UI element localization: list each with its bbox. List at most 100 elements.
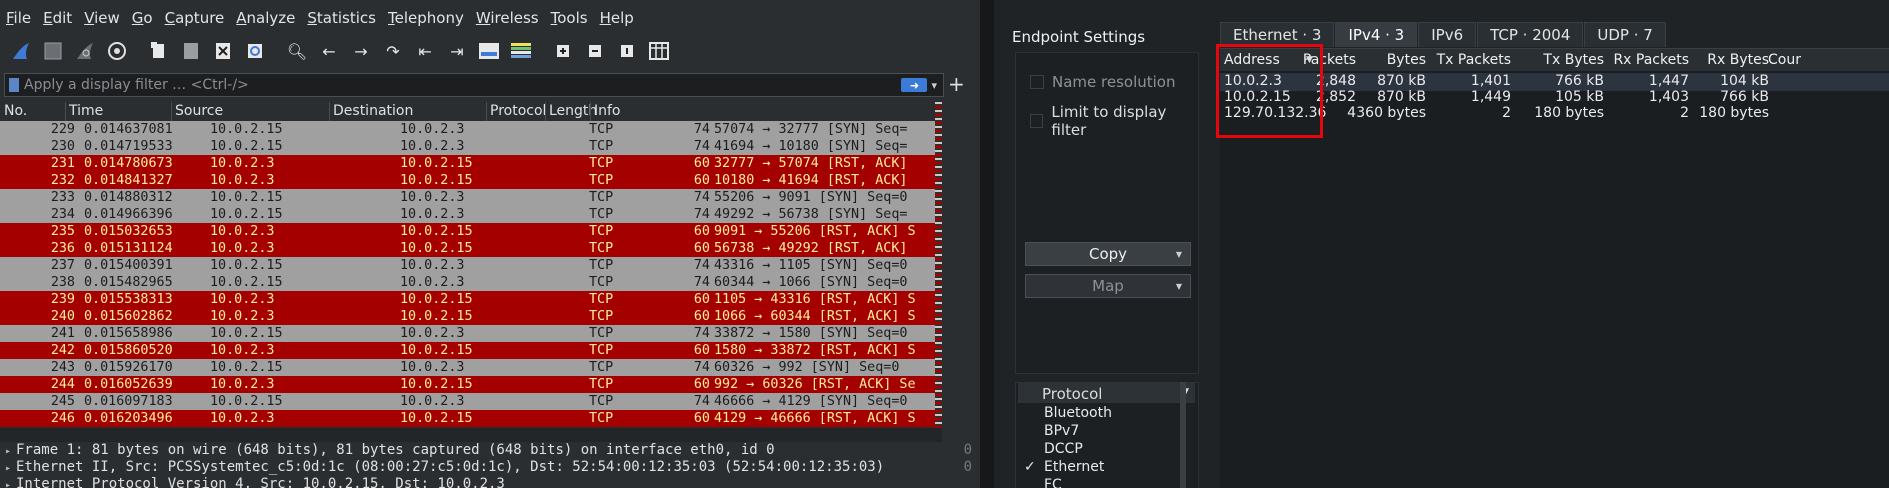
menu-view[interactable]: View [78, 9, 126, 27]
packet-row[interactable]: 245 0.016097183 10.0.2.15 10.0.2.3 TCP 74 4666… [0, 393, 935, 410]
save-file-icon[interactable] [176, 38, 206, 64]
stop-icon[interactable] [38, 38, 68, 64]
column-header-rx-bytes[interactable]: Rx Bytes [1707, 52, 1769, 68]
open-file-icon[interactable] [144, 38, 174, 64]
add-filter-button[interactable]: + [948, 72, 965, 96]
packet-row[interactable]: 232 0.014841327 10.0.2.3 10.0.2.15 TCP 60 1018… [0, 172, 935, 189]
column-divider[interactable] [65, 102, 66, 121]
packet-list-scrollbar[interactable] [935, 102, 942, 428]
display-filter-bar[interactable]: Apply a display filter … <Ctrl-/> ➜ ▾ [4, 73, 944, 97]
column-divider[interactable] [329, 102, 330, 121]
protocol-item-ethernet[interactable]: Ethernet [1044, 459, 1104, 475]
column-header-rx-packets[interactable]: Rx Packets [1613, 52, 1689, 68]
menu-capture[interactable]: Capture [159, 9, 231, 27]
protocol-list-header[interactable]: Protocol ▼ [1018, 383, 1195, 403]
options-icon[interactable] [102, 38, 132, 64]
menu-go[interactable]: Go [126, 9, 159, 27]
packet-row[interactable]: 240 0.015602862 10.0.2.3 10.0.2.15 TCP 60 1066… [0, 308, 935, 325]
shark-fin-icon[interactable] [6, 38, 36, 64]
name-resolution-checkbox[interactable]: Name resolution [1030, 73, 1176, 91]
protocol-item-dccp[interactable]: DCCP [1044, 441, 1083, 457]
packet-row[interactable]: 242 0.015860520 10.0.2.3 10.0.2.15 TCP 60 1580… [0, 342, 935, 359]
packet-row[interactable]: 238 0.015482965 10.0.2.15 10.0.2.3 TCP 74 6034… [0, 274, 935, 291]
packet-row[interactable]: 233 0.014880312 10.0.2.15 10.0.2.3 TCP 74 5520… [0, 189, 935, 206]
limit-display-filter-checkbox[interactable]: Limit to display filter [1030, 103, 1198, 139]
protocol-item-fc[interactable]: FC [1044, 477, 1062, 488]
reload-icon[interactable] [240, 38, 270, 64]
menu-edit[interactable]: Edit [37, 9, 78, 27]
packet-row[interactable]: 235 0.015032653 10.0.2.3 10.0.2.15 TCP 60 9091… [0, 223, 935, 240]
packet-row[interactable]: 236 0.015131124 10.0.2.3 10.0.2.15 TCP 60 5673… [0, 240, 935, 257]
column-divider[interactable] [171, 102, 172, 121]
column-header-no[interactable]: No. [4, 103, 27, 119]
expand-arrow-icon[interactable]: ▸ [0, 443, 16, 460]
tab-udp[interactable]: UDP · 7 [1584, 22, 1666, 47]
protocol-list: Protocol ▼ Bluetooth BPv7 DCCP Ethernet ✓ FC [1015, 382, 1199, 488]
packet-row[interactable]: 237 0.015400391 10.0.2.15 10.0.2.3 TCP 74 4331… [0, 257, 935, 274]
column-header-tx-bytes[interactable]: Tx Bytes [1543, 52, 1604, 68]
packet-row[interactable]: 230 0.014719533 10.0.2.15 10.0.2.3 TCP 74 4169… [0, 138, 935, 155]
column-header-info[interactable]: Info [594, 103, 621, 119]
restart-icon[interactable] [70, 38, 100, 64]
menu-tools[interactable]: Tools [545, 9, 594, 27]
packet-row[interactable]: 229 0.014637081 10.0.2.15 10.0.2.3 TCP 74 5707… [0, 121, 935, 138]
last-packet-icon[interactable]: ⇥ [442, 38, 472, 64]
close-file-icon[interactable] [208, 38, 238, 64]
pane-splitter[interactable] [0, 428, 942, 442]
first-packet-icon[interactable]: ⇤ [410, 38, 440, 64]
tab-tcp[interactable]: TCP · 2004 [1477, 22, 1584, 47]
apply-filter-icon[interactable]: ➜ [901, 78, 928, 92]
go-to-packet-icon[interactable]: ↷ [378, 38, 408, 64]
forward-icon[interactable]: → [346, 38, 376, 64]
expand-arrow-icon[interactable]: ▸ [0, 460, 16, 477]
packet-row[interactable]: 241 0.015658986 10.0.2.15 10.0.2.3 TCP 74 3387… [0, 325, 935, 342]
packet-row[interactable]: 246 0.016203496 10.0.2.3 10.0.2.15 TCP 60 4129… [0, 410, 935, 427]
tab-ipv4[interactable]: IPv4 · 3 [1335, 22, 1418, 47]
column-divider[interactable] [486, 102, 487, 121]
menu-file[interactable]: File [0, 9, 37, 27]
column-divider[interactable] [545, 102, 546, 121]
bookmark-icon[interactable] [9, 78, 19, 92]
menu-help[interactable]: Help [594, 9, 640, 27]
menu-wireless[interactable]: Wireless [470, 9, 545, 27]
column-divider[interactable] [590, 102, 591, 121]
copy-button[interactable]: Copy ▼ [1025, 242, 1191, 266]
detail-row[interactable]: ▸ Ethernet II, Src: PCSSystemtec_c5:0d:1c… [0, 459, 980, 476]
packet-row[interactable]: 234 0.014966396 10.0.2.15 10.0.2.3 TCP 74 4929… [0, 206, 935, 223]
checkbox-box[interactable] [1030, 114, 1044, 128]
autoscroll-icon[interactable] [474, 38, 504, 64]
tab-ipv6[interactable]: IPv6 [1418, 22, 1477, 47]
column-header-time[interactable]: Time [69, 103, 103, 119]
menu-analyze[interactable]: Analyze [230, 9, 301, 27]
column-header-tx-packets[interactable]: Tx Packets [1437, 52, 1511, 68]
packet-row[interactable]: 239 0.015538313 10.0.2.3 10.0.2.15 TCP 60 1105… [0, 291, 935, 308]
detail-row[interactable]: ▸ Internet Protocol Version 4, Src: 10.0.… [0, 476, 980, 488]
checkbox-box[interactable] [1030, 75, 1044, 89]
protocol-list-scrollbar[interactable] [1180, 382, 1186, 488]
resize-columns-icon[interactable] [644, 38, 674, 64]
colorize-icon[interactable] [506, 38, 536, 64]
packet-row[interactable]: 231 0.014780673 10.0.2.3 10.0.2.15 TCP 60 3277… [0, 155, 935, 172]
display-filter-input[interactable]: Apply a display filter … <Ctrl-/> [24, 77, 901, 93]
column-header-source[interactable]: Source [175, 103, 223, 119]
protocol-item-bluetooth[interactable]: Bluetooth [1044, 405, 1112, 421]
normal-size-icon[interactable] [612, 38, 642, 64]
protocol-item-bpv7[interactable]: BPv7 [1044, 423, 1079, 439]
column-header-destination[interactable]: Destination [333, 103, 413, 119]
expand-arrow-icon[interactable]: ▸ [0, 477, 16, 488]
packet-row[interactable]: 243 0.015926170 10.0.2.15 10.0.2.3 TCP 74 6032… [0, 359, 935, 376]
menu-telephony[interactable]: Telephony [382, 9, 470, 27]
check-icon[interactable]: ✓ [1024, 459, 1036, 475]
zoom-in-icon[interactable] [548, 38, 578, 64]
find-icon[interactable]: 🔍︎ [282, 38, 312, 64]
map-button[interactable]: Map ▼ [1025, 274, 1191, 298]
zoom-out-icon[interactable] [580, 38, 610, 64]
menu-statistics[interactable]: Statistics [301, 9, 382, 27]
column-header-protocol[interactable]: Protocol [490, 103, 546, 119]
back-icon[interactable]: ← [314, 38, 344, 64]
detail-row[interactable]: ▸ Frame 1: 81 bytes on wire (648 bits), 8… [0, 442, 980, 459]
packet-row[interactable]: 244 0.016052639 10.0.2.3 10.0.2.15 TCP 60 992 … [0, 376, 935, 393]
chevron-down-icon[interactable]: ▾ [931, 79, 937, 92]
column-header-bytes[interactable]: Bytes [1387, 52, 1426, 68]
column-header-cour[interactable]: Cour [1768, 52, 1801, 68]
